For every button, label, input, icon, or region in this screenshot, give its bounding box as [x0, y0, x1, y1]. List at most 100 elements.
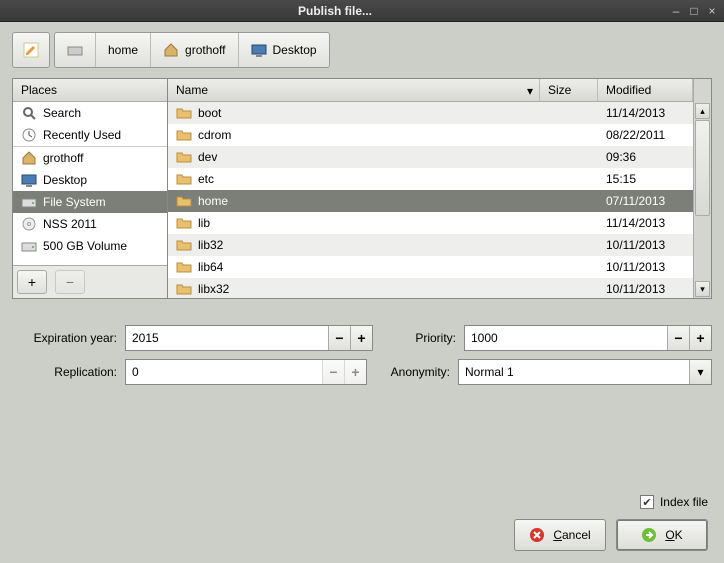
col-size[interactable]: Size — [540, 79, 598, 101]
replication-input[interactable] — [126, 360, 322, 384]
options-form: Expiration year: − + Priority: − + Repli… — [0, 299, 724, 385]
priority-label: Priority: — [381, 331, 456, 345]
expiration-spin[interactable]: − + — [125, 325, 373, 351]
file-name: lib64 — [198, 260, 223, 274]
sidebar-item-500-gb-volume[interactable]: 500 GB Volume — [13, 235, 167, 257]
file-name: cdrom — [198, 128, 231, 142]
file-modified: 11/14/2013 — [598, 106, 693, 120]
file-modified: 08/22/2011 — [598, 128, 693, 142]
file-modified: 15:15 — [598, 172, 693, 186]
file-name: libx32 — [198, 282, 229, 296]
maximize-button[interactable]: □ — [686, 4, 702, 18]
file-row[interactable]: boot11/14/2013 — [168, 102, 693, 124]
cancel-button[interactable]: Cancel — [514, 519, 606, 551]
remove-bookmark-button[interactable]: − — [55, 270, 85, 294]
places-panel: Places SearchRecently UsedgrothoffDeskto… — [13, 79, 168, 298]
col-name[interactable]: Name ▾ — [168, 79, 540, 101]
file-row[interactable]: lib3210/11/2013 — [168, 234, 693, 256]
window-title: Publish file... — [4, 4, 666, 18]
search-icon — [21, 105, 37, 121]
breadcrumb-desktop[interactable]: Desktop — [239, 33, 329, 67]
scroll-up-button[interactable]: ▴ — [695, 103, 710, 119]
scroll-track[interactable] — [694, 120, 711, 280]
titlebar: Publish file... – □ × — [0, 0, 724, 22]
place-label: NSS 2011 — [43, 217, 97, 231]
file-row[interactable]: dev09:36 — [168, 146, 693, 168]
cancel-tail: ancel — [562, 528, 591, 542]
file-row[interactable]: etc15:15 — [168, 168, 693, 190]
priority-input[interactable] — [465, 326, 667, 350]
scroll-down-button[interactable]: ▾ — [695, 281, 710, 297]
index-file-checkbox[interactable]: ✔ — [640, 495, 654, 509]
file-row[interactable]: cdrom 08/22/2011 — [168, 124, 693, 146]
expiration-minus[interactable]: − — [328, 326, 350, 350]
desktop-icon — [251, 42, 267, 58]
drive-icon — [21, 194, 37, 210]
replication-minus[interactable]: − — [322, 360, 344, 384]
place-label: 500 GB Volume — [43, 239, 127, 253]
files-body[interactable]: boot11/14/2013 cdrom 08/22/2011 dev09:36etc… — [168, 102, 693, 298]
folder-icon — [176, 127, 192, 143]
files-panel: Name ▾ Size Modified boot11/14/2013cdrom… — [168, 79, 711, 298]
places-list: Search Recently Usedgrothoff Desktop File S… — [13, 102, 167, 265]
file-row[interactable]: lib64 10/11/2013 — [168, 256, 693, 278]
priority-spin[interactable]: − + — [464, 325, 712, 351]
expiration-input[interactable] — [126, 326, 328, 350]
file-row[interactable]: home 07/11/2013 — [168, 190, 693, 212]
home-icon — [163, 42, 179, 58]
sidebar-item-recently-used[interactable]: Recently Used — [13, 124, 167, 146]
col-modified[interactable]: Modified — [598, 79, 693, 101]
edit-path-button[interactable] — [12, 32, 50, 68]
expiration-plus[interactable]: + — [350, 326, 372, 350]
folder-icon — [176, 149, 192, 165]
file-name: lib — [198, 216, 210, 230]
files-header: Name ▾ Size Modified — [168, 79, 693, 102]
breadcrumb-grothoff[interactable]: grothoff — [151, 33, 238, 67]
breadcrumb-home[interactable]: home — [96, 33, 151, 67]
replication-spin[interactable]: − + — [125, 359, 367, 385]
ok-button[interactable]: OK — [616, 519, 708, 551]
scroll-thumb[interactable] — [695, 120, 710, 216]
desktop-icon — [21, 172, 37, 188]
scrollbar[interactable]: ▴ ▾ — [693, 102, 711, 298]
sidebar-item-search[interactable]: Search — [13, 102, 167, 124]
place-label: Search — [43, 106, 81, 120]
replication-plus[interactable]: + — [344, 360, 366, 384]
home-icon — [21, 150, 37, 166]
close-button[interactable]: × — [704, 4, 720, 18]
folder-icon — [176, 259, 192, 275]
places-footer: + − — [13, 265, 167, 298]
sidebar-item-desktop[interactable]: Desktop — [13, 169, 167, 191]
breadcrumb: home grothoff Desktop — [54, 32, 330, 68]
index-file-row[interactable]: ✔ Index file — [640, 495, 708, 509]
sidebar-item-nss-2011[interactable]: NSS 2011 — [13, 213, 167, 235]
chevron-down-icon: ▾ — [689, 360, 711, 384]
ok-tail: K — [675, 528, 683, 542]
sidebar-item-file-system[interactable]: File System — [13, 191, 167, 213]
file-row[interactable]: libx3210/11/2013 — [168, 278, 693, 298]
breadcrumb-label: Desktop — [273, 43, 317, 57]
anonymity-combo[interactable]: Normal 1 ▾ — [458, 359, 712, 385]
expiration-label: Expiration year: — [12, 331, 117, 345]
file-modified: 07/11/2013 — [598, 194, 693, 208]
breadcrumb-drive[interactable] — [55, 33, 96, 67]
file-name: home — [198, 194, 228, 208]
priority-minus[interactable]: − — [667, 326, 689, 350]
sidebar-item-grothoff[interactable]: grothoff — [13, 147, 167, 169]
ok-icon — [641, 527, 657, 543]
cd-icon — [21, 216, 37, 232]
file-modified: 10/11/2013 — [598, 260, 693, 274]
anonymity-label: Anonymity: — [375, 365, 450, 379]
add-bookmark-button[interactable]: + — [17, 270, 47, 294]
file-row[interactable]: lib11/14/2013 — [168, 212, 693, 234]
clock-icon — [21, 127, 37, 143]
index-file-label: Index file — [660, 495, 708, 509]
replication-label: Replication: — [12, 365, 117, 379]
drive-icon — [67, 42, 83, 58]
priority-plus[interactable]: + — [689, 326, 711, 350]
anonymity-value: Normal 1 — [465, 365, 514, 379]
minimize-button[interactable]: – — [668, 4, 684, 18]
place-label: Desktop — [43, 173, 87, 187]
folder-icon — [176, 281, 192, 297]
breadcrumb-label: grothoff — [185, 43, 225, 57]
